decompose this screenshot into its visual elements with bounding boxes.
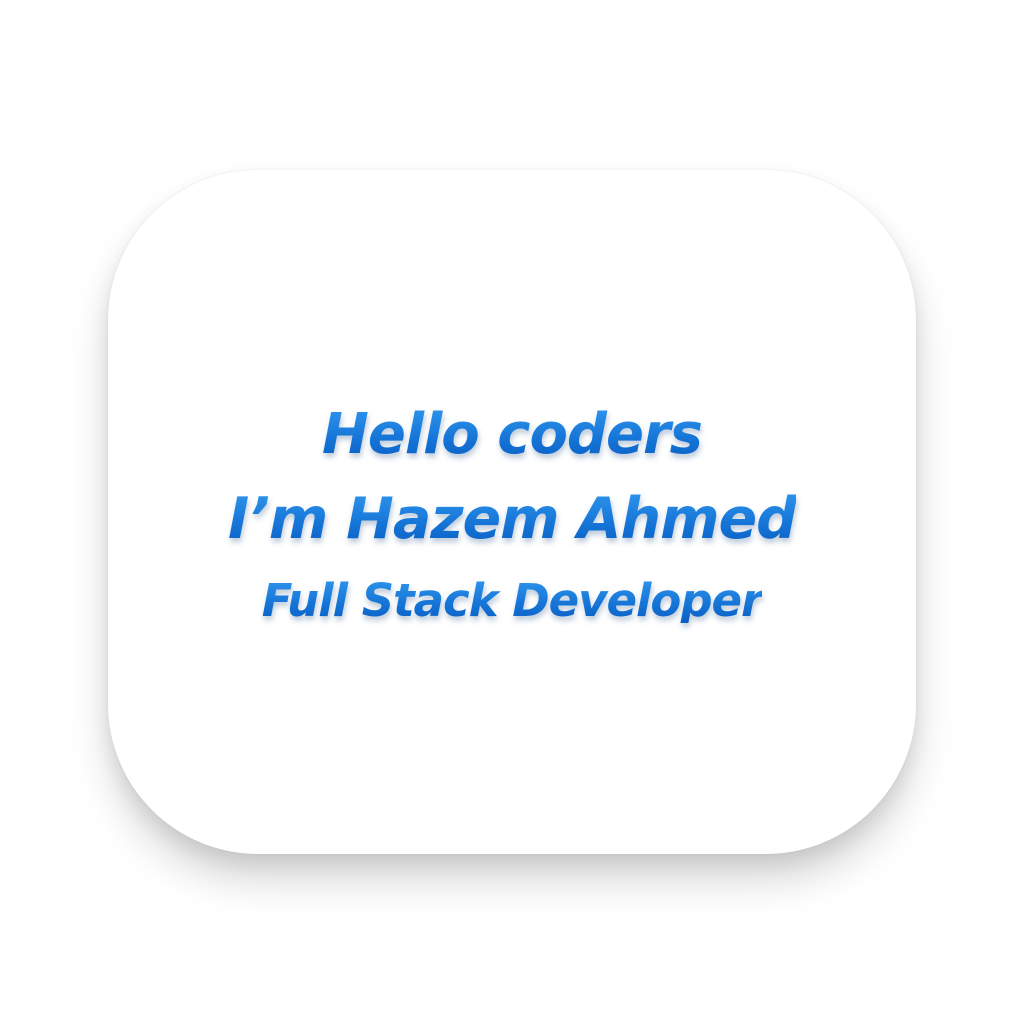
role-text: Full Stack Developer	[261, 574, 764, 627]
greeting-card: Hello coders I’m Hazem Ahmed Full Stack …	[108, 170, 916, 854]
name-text: I’m Hazem Ahmed	[228, 486, 797, 552]
canvas: Hello coders I’m Hazem Ahmed Full Stack …	[0, 0, 1024, 1024]
greeting-text: Hello coders	[322, 402, 703, 467]
